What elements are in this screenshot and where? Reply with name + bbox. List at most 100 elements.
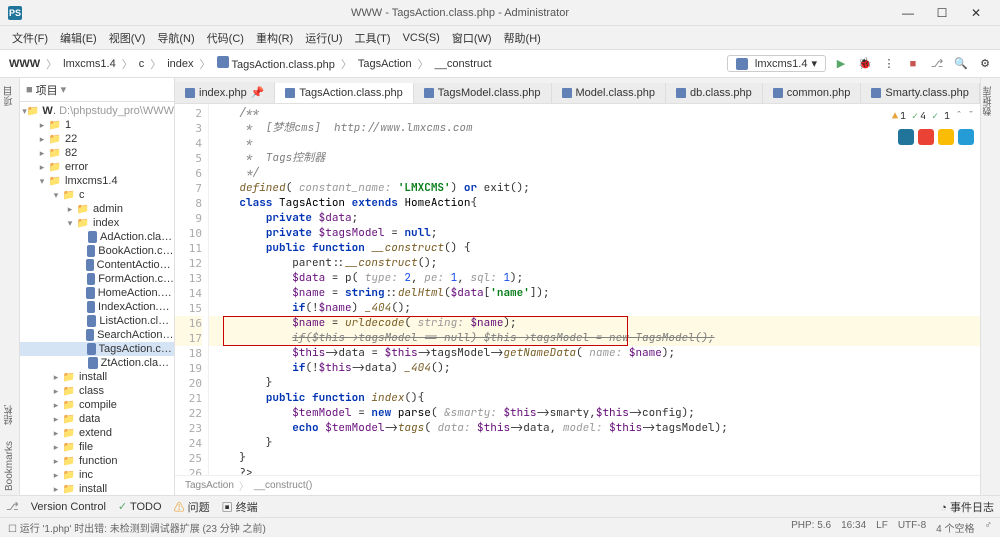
tree-folder[interactable]: ▸📁extend	[20, 426, 174, 440]
tree-folder[interactable]: ▸📁compile	[20, 398, 174, 412]
todo-tab[interactable]: ✓ TODO	[118, 500, 162, 513]
tree-folder[interactable]: ▸📁error	[20, 160, 174, 174]
statusbar: ☐ 运行 '1.php' 时出错: 未检测到调试器扩展 (23 分钟 之前) P…	[0, 517, 1000, 537]
browser-icon[interactable]	[918, 129, 934, 145]
tree-file[interactable]: SearchAction.class.php	[20, 328, 174, 342]
tree-file[interactable]: ContentAction.class.php	[20, 258, 174, 272]
tree-folder[interactable]: ▸📁class	[20, 384, 174, 398]
editor-tab[interactable]: index.php📌	[175, 82, 275, 103]
menu-window[interactable]: 窗口(W)	[446, 28, 498, 48]
lock-icon[interactable]: ♂	[985, 520, 993, 535]
tree-file[interactable]: AdAction.class.php	[20, 230, 174, 244]
close-button[interactable]: ✕	[960, 3, 992, 23]
run-config-selector[interactable]: lmxcms1.4 ▾	[727, 55, 826, 72]
menu-view[interactable]: 视图(V)	[103, 28, 152, 48]
right-tool-strip: 数据库	[980, 78, 1000, 495]
menu-file[interactable]: 文件(F)	[6, 28, 54, 48]
browser-icon[interactable]	[958, 129, 974, 145]
tree-folder[interactable]: ▾📁lmxcms1.4	[20, 174, 174, 188]
minimize-button[interactable]: —	[892, 3, 924, 23]
php-icon	[87, 343, 96, 355]
menu-code[interactable]: 代码(C)	[201, 28, 250, 48]
editor-tab[interactable]: Model.class.php	[552, 83, 667, 103]
editor-tab[interactable]: common.php	[763, 83, 862, 103]
structure-tool-button[interactable]: 结构	[2, 401, 17, 429]
project-tool-button[interactable]: 项目	[2, 82, 17, 110]
tree-folder[interactable]: ▸📁install	[20, 370, 174, 384]
search-everywhere-button[interactable]: 🔍	[952, 55, 970, 73]
tree-root[interactable]: ▾📁 WWW D:\phpstudy_pro\WWW	[20, 104, 174, 118]
tree-file[interactable]: IndexAction.class.php	[20, 300, 174, 314]
menu-edit[interactable]: 编辑(E)	[54, 28, 103, 48]
menu-help[interactable]: 帮助(H)	[498, 28, 547, 48]
bottom-toolbar: ⎇ Version Control ✓ TODO ⚠ 问题 ▣ 终端 ◔ 事件日…	[0, 495, 1000, 517]
tree-folder[interactable]: ▸📁1	[20, 118, 174, 132]
breadcrumb-item[interactable]: c	[136, 57, 148, 71]
bookmarks-tool-button[interactable]: Bookmarks	[4, 437, 15, 495]
tree-folder[interactable]: ▾📁index	[20, 216, 174, 230]
more-run-button[interactable]: ⋮	[880, 55, 898, 73]
tree-folder[interactable]: ▸📁admin	[20, 202, 174, 216]
project-tree[interactable]: ▾📁 WWW D:\phpstudy_pro\WWW ▸📁1▸📁22▸📁82▸📁…	[20, 102, 174, 495]
php-icon	[285, 88, 295, 98]
code-area[interactable]: 1 4 ✓1 ˆ ˇ /** * [梦想cms] http://www.lmxc…	[209, 104, 980, 475]
editor-tab[interactable]: TagsModel.class.php	[414, 83, 552, 103]
cursor-position[interactable]: 16:34	[841, 520, 866, 535]
editor-tab[interactable]: Smarty.class.php	[861, 83, 980, 103]
breadcrumb-item[interactable]: __construct	[432, 57, 495, 71]
breadcrumb-item[interactable]: TagsAction.class.php	[214, 55, 338, 72]
terminal-tab[interactable]: ▣ 终端	[222, 499, 258, 515]
gutter[interactable]: 2345678910111213141516171819202122232425…	[175, 104, 209, 475]
line-separator[interactable]: LF	[876, 520, 888, 535]
run-button[interactable]: ▶	[832, 55, 850, 73]
tree-file[interactable]: FormAction.class.php	[20, 272, 174, 286]
settings-button[interactable]: ⚙	[976, 55, 994, 73]
menu-vcs[interactable]: VCS(S)	[397, 30, 446, 46]
php-icon	[86, 329, 94, 341]
menu-refactor[interactable]: 重构(R)	[250, 28, 299, 48]
browser-icon[interactable]	[898, 129, 914, 145]
editor-tab[interactable]: db.class.php	[666, 83, 763, 103]
editor-breadcrumb[interactable]: TagsAction〉__construct()	[175, 475, 980, 495]
breadcrumb-item[interactable]: index	[164, 57, 196, 71]
vcs-tab[interactable]: Version Control	[31, 501, 106, 513]
editor-tab[interactable]: TagsAction.class.php	[275, 83, 413, 104]
inspection-indicators[interactable]: 1 4 ✓1 ˆ ˇ	[892, 108, 974, 123]
tree-file[interactable]: TagsAction.class.php	[20, 342, 174, 356]
php-icon	[424, 88, 434, 98]
tree-file[interactable]: ZtAction.class.php	[20, 356, 174, 370]
tree-folder[interactable]: ▸📁inc	[20, 468, 174, 482]
debug-button[interactable]: 🐞	[856, 55, 874, 73]
php-version-indicator[interactable]: PHP: 5.6	[791, 520, 831, 535]
php-icon	[676, 88, 686, 98]
tree-file[interactable]: BookAction.class.php	[20, 244, 174, 258]
encoding[interactable]: UTF-8	[898, 520, 926, 535]
tree-folder[interactable]: ▸📁82	[20, 146, 174, 160]
event-log-button[interactable]: ◔ 事件日志	[940, 499, 994, 515]
branch-icon[interactable]: ⎇	[928, 55, 946, 73]
tree-file[interactable]: ListAction.class.php	[20, 314, 174, 328]
maximize-button[interactable]: ☐	[926, 3, 958, 23]
menu-navigate[interactable]: 导航(N)	[151, 28, 200, 48]
tree-folder[interactable]: ▸📁function	[20, 454, 174, 468]
database-tool-button[interactable]: 数据库	[981, 82, 996, 120]
menubar: 文件(F) 编辑(E) 视图(V) 导航(N) 代码(C) 重构(R) 运行(U…	[0, 26, 1000, 50]
browser-preview-icons[interactable]	[898, 129, 974, 145]
tree-folder[interactable]: ▸📁install	[20, 482, 174, 495]
indent[interactable]: 4 个空格	[936, 520, 974, 535]
browser-icon[interactable]	[938, 129, 954, 145]
tree-folder[interactable]: ▸📁22	[20, 132, 174, 146]
problems-tab[interactable]: ⚠ 问题	[174, 499, 210, 515]
menu-run[interactable]: 运行(U)	[299, 28, 348, 48]
tree-file[interactable]: HomeAction.class.php	[20, 286, 174, 300]
editor-body[interactable]: 2345678910111213141516171819202122232425…	[175, 104, 980, 475]
breadcrumb-item[interactable]: WWW	[6, 57, 43, 71]
tree-folder[interactable]: ▸📁file	[20, 440, 174, 454]
breadcrumb-item[interactable]: lmxcms1.4	[60, 57, 119, 71]
breadcrumb-item[interactable]: TagsAction	[355, 57, 415, 71]
php-icon	[736, 58, 748, 70]
menu-tools[interactable]: 工具(T)	[349, 28, 397, 48]
tree-folder[interactable]: ▾📁c	[20, 188, 174, 202]
tree-folder[interactable]: ▸📁data	[20, 412, 174, 426]
stop-button[interactable]: ■	[904, 55, 922, 73]
